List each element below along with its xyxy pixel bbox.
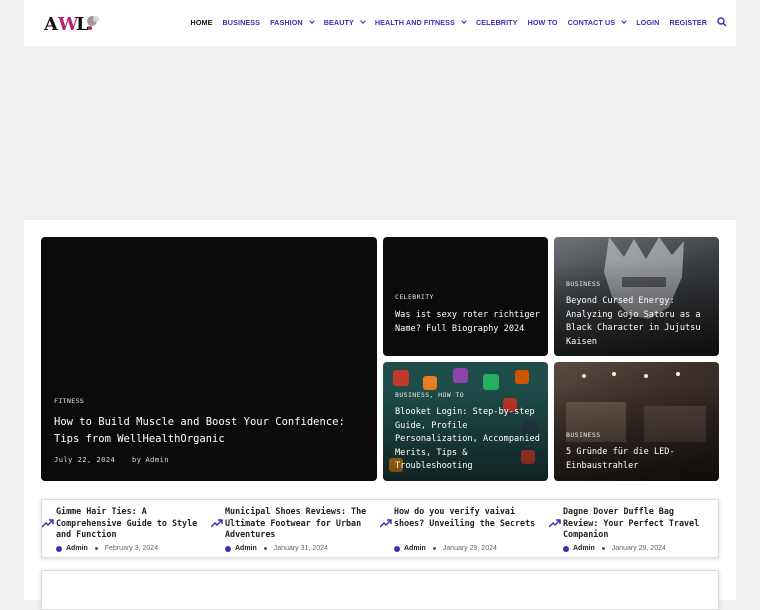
trending-author[interactable]: Admin bbox=[235, 545, 257, 552]
trending-author[interactable]: Admin bbox=[573, 545, 595, 552]
nav-label: Beauty bbox=[323, 17, 354, 27]
search-icon[interactable] bbox=[716, 16, 728, 28]
chevron-down-icon bbox=[308, 17, 315, 24]
nav-label: Contact Us bbox=[567, 17, 616, 27]
trending-meta: Admin February 3, 2024 bbox=[56, 545, 158, 552]
main-content: FITNESS How to Build Muscle and Boost Yo… bbox=[24, 220, 736, 610]
nav-label: Business bbox=[222, 17, 261, 27]
meta-separator bbox=[94, 547, 98, 550]
meta-separator bbox=[263, 547, 267, 550]
author-avatar bbox=[56, 545, 62, 552]
trending-title[interactable]: How do you verify vaivai shoes? Unveilin… bbox=[394, 506, 544, 529]
nav-business[interactable]: Business bbox=[218, 18, 266, 27]
nav-label: Login bbox=[636, 17, 660, 27]
trending-item[interactable]: Dagne Dover Duffle Bag Review: Your Perf… bbox=[549, 500, 718, 557]
post-card[interactable]: CELEBRITY Was ist sexy roter richtiger N… bbox=[383, 237, 548, 356]
post-card[interactable]: BUSINESS Beyond Cursed Energy: Analyzing… bbox=[554, 237, 719, 356]
author-avatar bbox=[563, 545, 569, 552]
site-header: A W L Home Business Fashion Beauty Healt… bbox=[24, 0, 736, 46]
nav-home[interactable]: Home bbox=[186, 18, 218, 27]
nav-contact-us[interactable]: Contact Us bbox=[563, 18, 632, 27]
chevron-down-icon bbox=[360, 17, 366, 24]
trending-item[interactable]: Gimme Hair Ties: A Comprehensive Guide t… bbox=[42, 500, 211, 557]
post-category[interactable]: BUSINESS bbox=[566, 280, 601, 288]
trending-item[interactable]: Municipal Shoes Reviews: The Ultimate Fo… bbox=[211, 500, 380, 557]
chevron-down-icon bbox=[621, 17, 628, 24]
content-section bbox=[41, 570, 719, 610]
ad-space bbox=[24, 46, 736, 220]
meta-separator bbox=[601, 547, 605, 550]
trending-date: January 29, 2024 bbox=[611, 545, 666, 552]
trending-date: January 29, 2024 bbox=[442, 545, 497, 552]
trending-author[interactable]: Admin bbox=[66, 545, 88, 552]
author-avatar bbox=[225, 545, 231, 552]
trending-title[interactable]: Gimme Hair Ties: A Comprehensive Guide t… bbox=[56, 506, 206, 541]
trending-author[interactable]: Admin bbox=[404, 545, 426, 552]
post-by: by bbox=[132, 456, 142, 464]
trending-bar: Gimme Hair Ties: A Comprehensive Guide t… bbox=[41, 499, 719, 558]
post-meta: July 22, 2024 by Admin bbox=[54, 456, 181, 464]
nav-label: How To bbox=[527, 17, 558, 27]
post-category[interactable]: BUSINESS, HOW TO bbox=[395, 391, 464, 399]
nav-fashion[interactable]: Fashion bbox=[265, 18, 319, 27]
post-category[interactable]: FITNESS bbox=[54, 397, 84, 405]
post-category[interactable]: CELEBRITY bbox=[395, 293, 434, 301]
trending-meta: Admin January 29, 2024 bbox=[394, 545, 497, 552]
trending-meta: Admin January 31, 2024 bbox=[225, 545, 328, 552]
post-title[interactable]: How to Build Muscle and Boost Your Confi… bbox=[54, 414, 354, 448]
trending-icon bbox=[211, 519, 223, 528]
site-logo[interactable]: A W L bbox=[44, 8, 104, 36]
svg-text:A: A bbox=[44, 14, 59, 35]
trending-date: January 31, 2024 bbox=[273, 545, 328, 552]
trending-icon bbox=[380, 519, 392, 528]
post-card[interactable]: BUSINESS, HOW TO Blooket Login: Step-by-… bbox=[383, 362, 548, 481]
nav-register[interactable]: Register bbox=[664, 18, 712, 27]
trending-date: February 3, 2024 bbox=[104, 545, 159, 552]
author-avatar bbox=[394, 545, 400, 552]
trending-meta: Admin January 29, 2024 bbox=[563, 545, 666, 552]
nav-label: Register bbox=[669, 17, 707, 27]
svg-text:L: L bbox=[76, 14, 89, 35]
meta-separator bbox=[432, 547, 436, 550]
chevron-down-icon bbox=[461, 17, 467, 24]
nav-label: Health and Fitness bbox=[374, 17, 455, 27]
trending-title[interactable]: Municipal Shoes Reviews: The Ultimate Fo… bbox=[225, 506, 375, 541]
post-card[interactable]: BUSINESS 5 Gründe für die LED-Einbaustra… bbox=[554, 362, 719, 481]
trending-icon bbox=[549, 519, 561, 528]
post-author[interactable]: Admin bbox=[145, 456, 169, 464]
post-date: July 22, 2024 bbox=[54, 456, 116, 464]
trending-title[interactable]: Dagne Dover Duffle Bag Review: Your Perf… bbox=[563, 506, 713, 541]
nav-label: Home bbox=[190, 17, 213, 27]
post-title[interactable]: 5 Gründe für die LED-Einbaustrahler bbox=[566, 446, 712, 473]
nav-health-and-fitness[interactable]: Health and Fitness bbox=[370, 18, 471, 27]
post-category[interactable]: BUSINESS bbox=[566, 431, 601, 439]
post-title[interactable]: Blooket Login: Step-by-step Guide, Profi… bbox=[395, 406, 541, 474]
nav-login[interactable]: Login bbox=[631, 18, 664, 27]
post-title[interactable]: Beyond Cursed Energy: Analyzing Gojo Sat… bbox=[566, 295, 712, 349]
nav-how-to[interactable]: How To bbox=[523, 18, 563, 27]
nav-celebrity[interactable]: Celebrity bbox=[471, 18, 523, 27]
featured-post-card[interactable]: FITNESS How to Build Muscle and Boost Yo… bbox=[41, 237, 377, 481]
main-nav: Home Business Fashion Beauty Health and … bbox=[186, 0, 728, 44]
nav-beauty[interactable]: Beauty bbox=[319, 18, 370, 27]
trending-item[interactable]: How do you verify vaivai shoes? Unveilin… bbox=[380, 500, 549, 557]
nav-label: Celebrity bbox=[475, 17, 518, 27]
post-title[interactable]: Was ist sexy roter richtiger Name? Full … bbox=[395, 309, 541, 336]
trending-icon bbox=[42, 519, 54, 528]
nav-label: Fashion bbox=[270, 17, 303, 27]
